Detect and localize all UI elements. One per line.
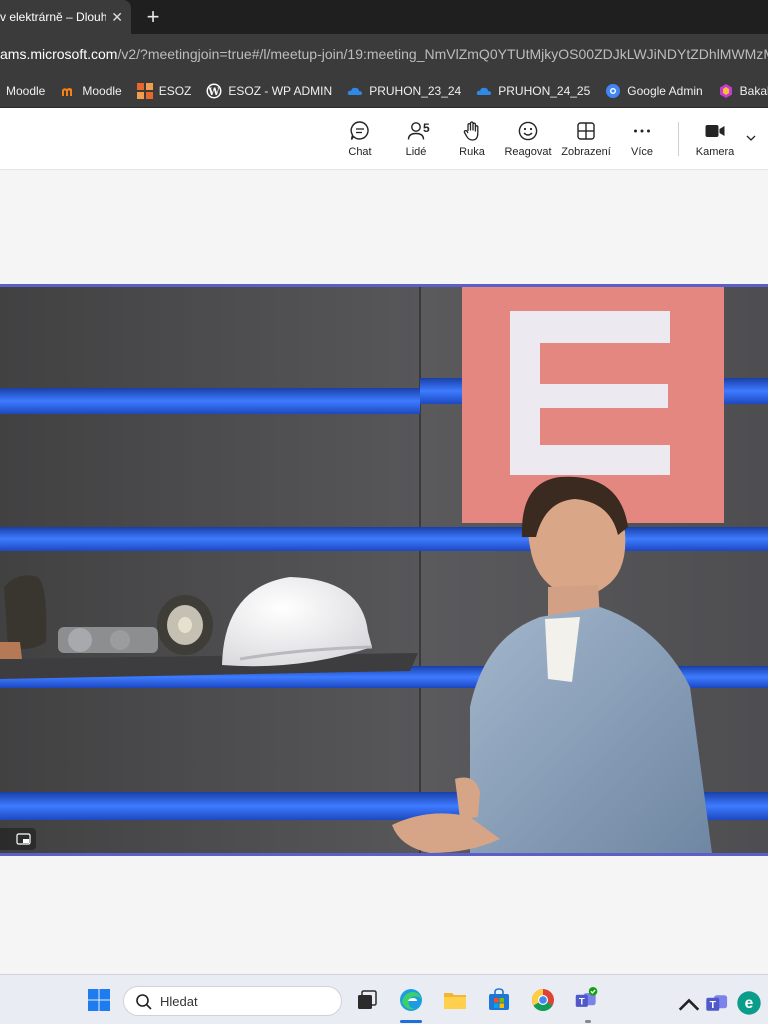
bookmark-label: Moodle xyxy=(6,83,46,98)
wall-left xyxy=(0,287,420,853)
google-admin-icon xyxy=(605,83,621,99)
svg-text:T: T xyxy=(710,1000,717,1011)
shelf-light-upper-left xyxy=(0,388,420,414)
grid-view-icon xyxy=(577,122,595,140)
bookmark-label: PRUHON_23_24 xyxy=(369,83,462,98)
bookmarks-bar: Moodle Moodle ESOZ W ESOZ - WP ADMIN PRU… xyxy=(0,74,768,108)
new-tab-button[interactable]: + xyxy=(143,4,163,30)
bakalari-icon xyxy=(718,83,734,99)
wordpress-icon: W xyxy=(206,83,222,99)
react-button[interactable]: Reagovat xyxy=(500,118,556,166)
teams-running-indicator xyxy=(585,1020,591,1023)
camera-button[interactable]: Kamera xyxy=(687,118,743,166)
bookmark-label: Google Admin xyxy=(627,83,703,98)
chevron-up-icon[interactable] xyxy=(676,993,702,1019)
bookmark-bakalari[interactable]: Bakalář xyxy=(718,83,768,99)
video-frame xyxy=(0,287,768,853)
bookmark-label: ESOZ - WP ADMIN xyxy=(228,83,333,98)
bookmark-moodle-a[interactable]: Moodle xyxy=(0,83,45,99)
camera-label: Kamera xyxy=(695,146,735,158)
browser-tabstrip: v elektrárně – Dlouh ✕ + xyxy=(0,0,768,34)
people-count-badge: 5 xyxy=(423,121,430,135)
shelf-light-middle xyxy=(0,527,768,551)
brand-logo-mark xyxy=(510,311,670,475)
file-explorer-icon[interactable] xyxy=(442,987,468,1013)
picture-in-picture-icon[interactable] xyxy=(16,832,31,846)
teams-tray-icon[interactable]: T xyxy=(705,990,731,1016)
meeting-stage xyxy=(0,170,768,974)
more-label: Více xyxy=(630,146,653,158)
tab-close-icon[interactable]: ✕ xyxy=(111,8,123,26)
more-icon xyxy=(634,129,650,133)
task-view-icon[interactable] xyxy=(354,987,380,1013)
svg-text:e: e xyxy=(745,995,754,1012)
smiley-icon xyxy=(518,121,538,141)
bookmark-moodle[interactable]: Moodle xyxy=(60,83,122,99)
tab-title: v elektrárně – Dlouh xyxy=(0,10,106,24)
more-button[interactable]: Více xyxy=(614,118,670,166)
bookmark-google-admin[interactable]: Google Admin xyxy=(605,83,703,99)
react-label: Reagovat xyxy=(504,146,552,158)
brick-sample xyxy=(0,642,22,659)
microsoft-store-icon[interactable] xyxy=(486,987,512,1013)
eset-tray-icon[interactable]: e xyxy=(736,990,762,1016)
raise-hand-icon xyxy=(463,121,479,141)
moodle-icon xyxy=(60,83,76,99)
raise-hand-label: Ruka xyxy=(459,146,485,158)
view-label: Zobrazení xyxy=(561,146,611,158)
camera-options-chevron-icon[interactable] xyxy=(745,132,757,144)
url-host: ams.microsoft.com xyxy=(0,46,118,62)
edge-active-indicator xyxy=(400,1020,422,1023)
windows-taskbar: Hledat T T e xyxy=(0,974,768,1024)
svg-text:T: T xyxy=(579,996,585,1007)
bookmark-pruhon-23-24[interactable]: PRUHON_23_24 xyxy=(347,83,461,99)
people-button[interactable]: Lidé xyxy=(388,118,444,166)
bookmark-pruhon-24-25[interactable]: PRUHON_24_25 xyxy=(476,83,590,99)
video-controls[interactable] xyxy=(0,828,36,850)
ore-sample xyxy=(4,575,47,650)
bookmark-label: Bakalář xyxy=(739,83,768,98)
bookmark-esoz-wp-admin[interactable]: W ESOZ - WP ADMIN xyxy=(206,83,332,99)
browser-tab[interactable]: v elektrárně – Dlouh ✕ xyxy=(0,0,131,34)
people-label: Lidé xyxy=(405,146,427,158)
chat-button[interactable]: Chat xyxy=(332,118,388,166)
bookmark-esoz[interactable]: ESOZ xyxy=(136,82,192,99)
esoz-icon xyxy=(136,82,153,99)
edge-icon[interactable] xyxy=(398,987,424,1013)
onedrive-icon xyxy=(347,83,363,99)
bookmark-label: PRUHON_24_25 xyxy=(498,83,591,98)
view-button[interactable]: Zobrazení xyxy=(558,118,614,166)
video-feed[interactable] xyxy=(0,284,768,856)
search-icon xyxy=(136,994,152,1010)
bookmark-label: Moodle xyxy=(82,83,122,98)
bookmark-label: ESOZ xyxy=(158,83,192,98)
chat-icon xyxy=(350,121,369,140)
onedrive-icon xyxy=(476,83,492,99)
teams-icon[interactable]: T xyxy=(574,987,600,1013)
raise-hand-button[interactable]: Ruka xyxy=(444,118,500,166)
meeting-toolbar: Chat Lidé 5 Ruka Reagovat Zobrazení Více… xyxy=(0,108,768,170)
chrome-icon[interactable] xyxy=(530,987,556,1013)
camera-icon xyxy=(705,125,725,137)
windows-start-icon[interactable] xyxy=(86,987,112,1013)
url-path: /v2/?meetingjoin=true#/l/meetup-join/19:… xyxy=(117,46,768,62)
svg-text:W: W xyxy=(208,87,221,98)
toolbar-divider xyxy=(678,122,679,156)
search-placeholder: Hledat xyxy=(160,993,198,1009)
taskbar-search[interactable]: Hledat xyxy=(123,986,342,1016)
address-bar[interactable]: ams.microsoft.com/v2/?meetingjoin=true#/… xyxy=(0,34,768,74)
chat-label: Chat xyxy=(348,146,372,158)
